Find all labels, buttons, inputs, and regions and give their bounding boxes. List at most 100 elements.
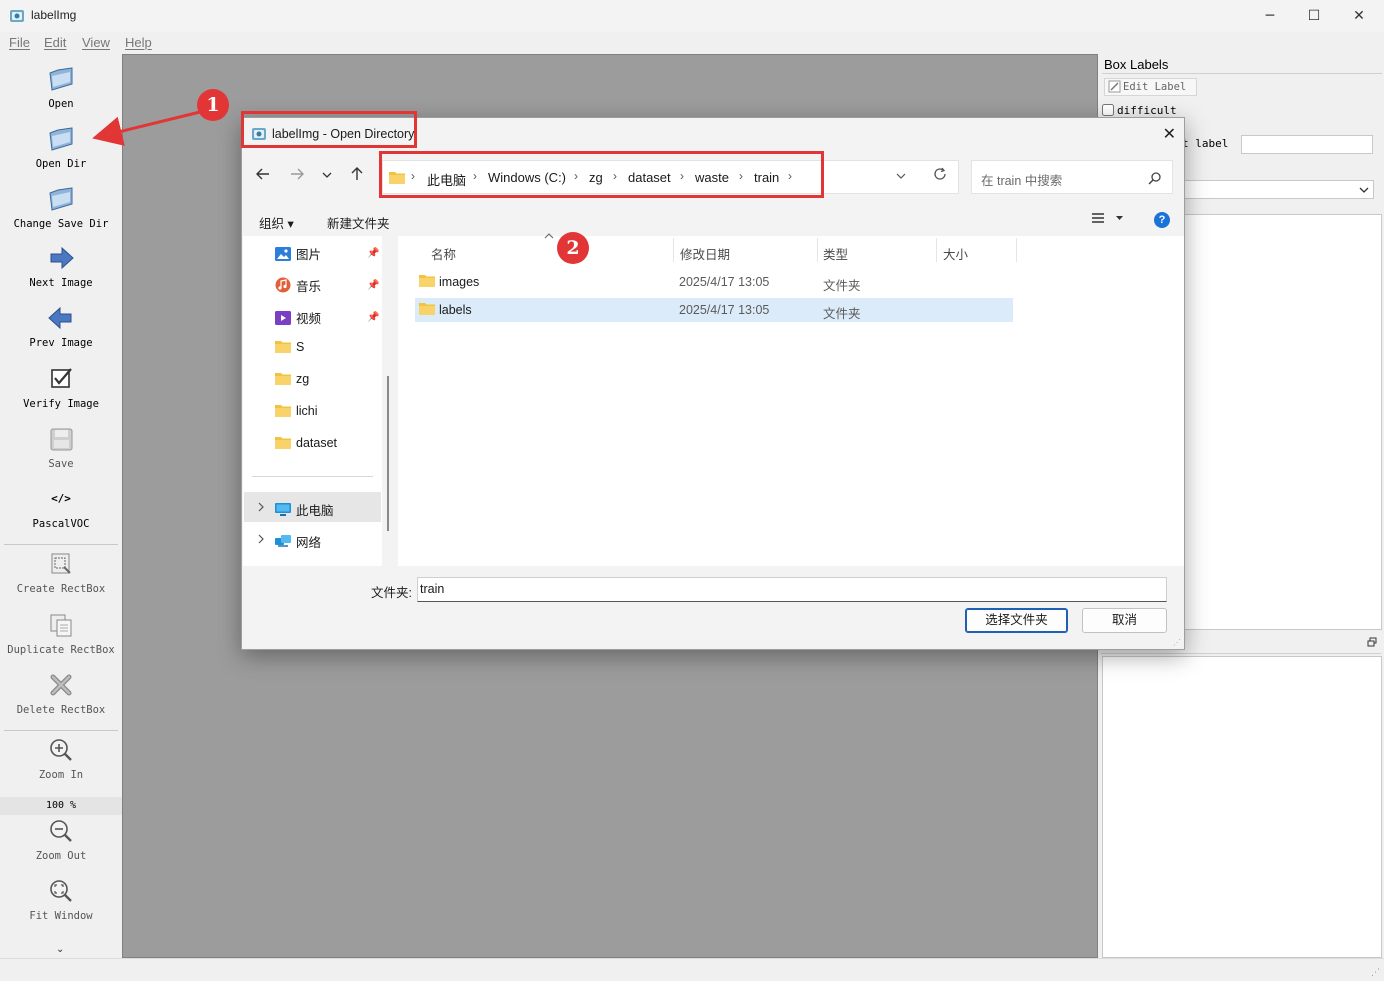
open-button[interactable]: Open	[0, 64, 122, 110]
file-list[interactable]	[1102, 656, 1382, 958]
dialog-close-button[interactable]: ✕	[1163, 124, 1176, 144]
pictures-icon	[275, 247, 291, 261]
folder-icon	[275, 405, 291, 417]
minimize-button[interactable]: ─	[1247, 3, 1293, 29]
search-icon	[1148, 172, 1161, 185]
chevron-down-icon	[1359, 187, 1369, 193]
save-button[interactable]: Save	[0, 424, 122, 470]
select-folder-button[interactable]: 选择文件夹	[965, 608, 1068, 633]
resize-grip-icon[interactable]: ⋰	[1173, 638, 1181, 647]
file-row-labels[interactable]: labels 2025/4/17 13:05 文件夹	[415, 298, 1013, 322]
label-list[interactable]	[1184, 214, 1382, 630]
nav-pane-scrollbar[interactable]	[387, 376, 389, 531]
nav-item-s[interactable]: S	[275, 340, 304, 354]
difficult-checkbox-box[interactable]	[1102, 104, 1114, 116]
float-window-icon[interactable]	[1367, 637, 1377, 647]
nav-tree-this-pc[interactable]: 此电脑	[275, 500, 334, 519]
title-bar: labelImg ─ ☐ ✕	[0, 0, 1384, 32]
organize-button[interactable]: 组织 ▾	[259, 213, 294, 232]
edit-label-button[interactable]: Edit Label	[1104, 78, 1197, 96]
view-list-icon[interactable]	[1091, 211, 1105, 225]
code-icon: </>	[51, 492, 71, 505]
default-label-input[interactable]	[1241, 135, 1373, 154]
change-save-dir-button[interactable]: Change Save Dir	[0, 184, 122, 230]
nav-divider	[252, 476, 373, 477]
app-icon	[10, 10, 24, 22]
menu-help[interactable]: Help	[125, 35, 152, 50]
create-rectbox-button[interactable]: Create RectBox	[0, 549, 122, 595]
arrow-right-icon	[50, 246, 74, 270]
search-input[interactable]: 在 train 中搜索	[971, 160, 1173, 194]
folder-icon	[275, 341, 291, 353]
folder-name-input[interactable]: train	[417, 577, 1167, 602]
nav-item-videos[interactable]: 视频	[275, 308, 321, 327]
zoom-out-button[interactable]: Zoom Out	[0, 816, 122, 862]
label-combo-box[interactable]	[1184, 180, 1374, 199]
up-arrow-icon[interactable]	[349, 166, 365, 182]
back-arrow-icon[interactable]	[255, 166, 271, 182]
refresh-icon[interactable]	[933, 167, 947, 181]
cancel-button[interactable]: 取消	[1082, 608, 1167, 633]
duplicate-icon	[50, 614, 72, 637]
forward-arrow-icon[interactable]	[289, 166, 305, 182]
column-divider[interactable]	[817, 238, 818, 262]
annotation-marker-2: 2	[557, 232, 589, 264]
menu-edit[interactable]: Edit	[44, 35, 66, 50]
column-header-name[interactable]: 名称	[431, 244, 456, 263]
toolbar-overflow-icon[interactable]: ⌄	[56, 944, 64, 955]
next-image-button[interactable]: Next Image	[0, 243, 122, 289]
menu-view[interactable]: View	[82, 35, 110, 50]
format-toggle-button[interactable]: </> PascalVOC	[0, 484, 122, 530]
chevron-right-icon[interactable]	[256, 502, 266, 512]
zoom-in-button[interactable]: Zoom In	[0, 735, 122, 781]
folder-icon	[275, 437, 291, 449]
status-bar: ⋰	[0, 958, 1384, 981]
address-history-chevron-icon[interactable]	[895, 170, 907, 182]
computer-icon	[275, 503, 291, 516]
column-divider[interactable]	[936, 238, 937, 262]
recent-locations-chevron-icon[interactable]	[321, 169, 333, 181]
folder-icon	[419, 303, 435, 315]
use-default-label-text: t label	[1182, 137, 1229, 150]
chevron-right-icon[interactable]	[256, 534, 266, 544]
help-button[interactable]: ?	[1154, 212, 1170, 228]
difficult-checkbox[interactable]: difficult	[1102, 104, 1177, 117]
nav-item-music[interactable]: 音乐	[275, 276, 321, 295]
search-placeholder: 在 train 中搜索	[981, 174, 1063, 188]
new-folder-button[interactable]: 新建文件夹	[327, 213, 390, 232]
zoom-level-field[interactable]: 100 %	[0, 797, 122, 815]
fit-window-button[interactable]: Fit Window	[0, 876, 122, 922]
menu-file[interactable]: File	[9, 35, 30, 50]
toolbar-separator	[4, 730, 118, 731]
delete-rectbox-button[interactable]: Delete RectBox	[0, 670, 122, 716]
prev-image-button[interactable]: Prev Image	[0, 303, 122, 349]
nav-tree-network[interactable]: 网络	[275, 532, 321, 551]
column-header-modified[interactable]: 修改日期	[680, 244, 730, 263]
file-row-images[interactable]: images 2025/4/17 13:05 文件夹	[415, 270, 1013, 294]
verify-image-button[interactable]: Verify Image	[0, 364, 122, 410]
file-type: 文件夹	[823, 279, 861, 293]
duplicate-rectbox-button[interactable]: Duplicate RectBox	[0, 610, 122, 656]
nav-item-lichi[interactable]: lichi	[275, 404, 318, 418]
window-title: labelImg	[31, 8, 77, 22]
column-divider[interactable]	[673, 238, 674, 262]
view-options-chevron-icon[interactable]	[1115, 214, 1124, 223]
column-header-size[interactable]: 大小	[943, 244, 968, 263]
folder-icon	[275, 373, 291, 385]
resize-grip-icon[interactable]: ⋰	[1371, 968, 1380, 978]
column-header-type[interactable]: 类型	[823, 244, 848, 263]
folder-field-label: 文件夹:	[371, 586, 412, 600]
nav-item-label: lichi	[296, 404, 318, 418]
nav-item-pictures[interactable]: 图片	[275, 244, 321, 263]
open-dir-button[interactable]: Open Dir	[0, 124, 122, 170]
toolbar: Open Open Dir Change Save Dir Next Image…	[0, 54, 122, 957]
maximize-button[interactable]: ☐	[1291, 3, 1337, 29]
nav-item-label: 图片	[296, 248, 322, 262]
nav-item-zg[interactable]: zg	[275, 372, 309, 386]
close-window-button[interactable]: ✕	[1336, 3, 1382, 29]
nav-item-dataset[interactable]: dataset	[275, 436, 337, 450]
edit-pen-icon	[1108, 80, 1121, 93]
file-modified: 2025/4/17 13:05	[679, 275, 770, 289]
column-divider[interactable]	[1016, 238, 1017, 262]
fit-window-icon	[50, 880, 72, 902]
